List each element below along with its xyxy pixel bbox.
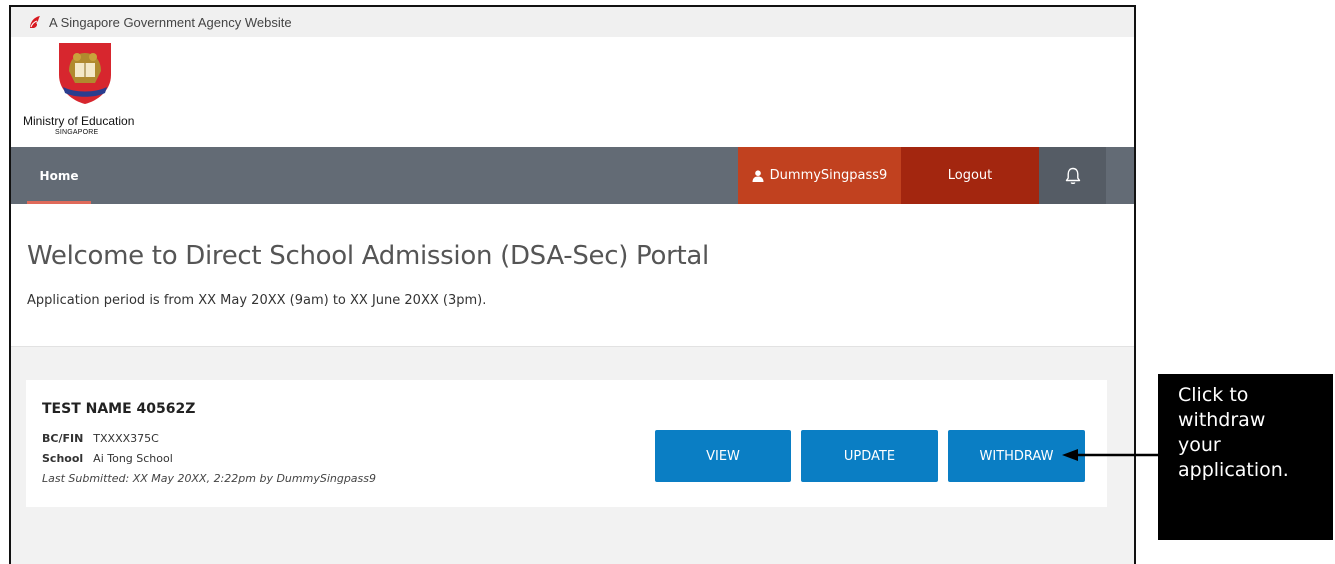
user-account-button[interactable]: DummySingpass9: [738, 147, 901, 204]
callout-line: application.: [1178, 459, 1289, 481]
org-name: Ministry of Education: [23, 114, 135, 128]
view-button[interactable]: VIEW: [655, 430, 791, 482]
org-subtitle: SINGAPORE: [55, 129, 99, 136]
applicant-name: TEST NAME 40562Z: [42, 401, 196, 417]
bcfin-row: BC/FIN TXXXX375C: [42, 432, 159, 445]
user-icon: [752, 169, 764, 182]
main-navbar: Home DummySingpass9 Logout: [11, 147, 1134, 204]
bcfin-label: BC/FIN: [42, 432, 84, 445]
update-button[interactable]: UPDATE: [801, 430, 938, 482]
callout-line: Click to: [1178, 384, 1249, 406]
lion-head-icon: [30, 16, 40, 28]
logo-header: Ministry of Education SINGAPORE: [11, 37, 1134, 147]
callout-arrow: [1062, 449, 1162, 461]
school-value: Ai Tong School: [93, 452, 173, 465]
instruction-callout: Click to withdraw your application.: [1158, 374, 1333, 540]
masthead-text: A Singapore Government Agency Website: [49, 14, 292, 30]
browser-frame: A Singapore Government Agency Website Mi…: [9, 5, 1136, 564]
school-label: School: [42, 452, 84, 465]
application-card: TEST NAME 40562Z BC/FIN TXXXX375C School…: [26, 380, 1107, 507]
nav-home-label: Home: [39, 168, 79, 183]
last-submitted-text: Last Submitted: XX May 20XX, 2:22pm by D…: [42, 472, 377, 485]
nav-home-tab[interactable]: Home: [27, 147, 91, 204]
application-period-text: Application period is from XX May 20XX (…: [27, 293, 487, 308]
bcfin-value: TXXXX375C: [93, 432, 159, 445]
callout-line: your: [1178, 434, 1221, 456]
withdraw-button-label: WITHDRAW: [979, 448, 1054, 464]
view-button-label: VIEW: [706, 448, 740, 464]
notifications-button[interactable]: [1039, 147, 1106, 204]
moe-crest-icon[interactable]: [55, 41, 115, 105]
logout-button[interactable]: Logout: [901, 147, 1039, 204]
logout-label: Logout: [947, 168, 993, 183]
callout-line: withdraw: [1178, 409, 1266, 431]
update-button-label: UPDATE: [843, 448, 896, 464]
user-name: DummySingpass9: [769, 168, 888, 183]
school-row: School Ai Tong School: [42, 452, 173, 465]
page-title: Welcome to Direct School Admission (DSA-…: [27, 241, 709, 271]
bell-icon: [1065, 167, 1080, 184]
welcome-section: Welcome to Direct School Admission (DSA-…: [11, 204, 1134, 347]
gov-masthead: A Singapore Government Agency Website: [11, 7, 1134, 37]
